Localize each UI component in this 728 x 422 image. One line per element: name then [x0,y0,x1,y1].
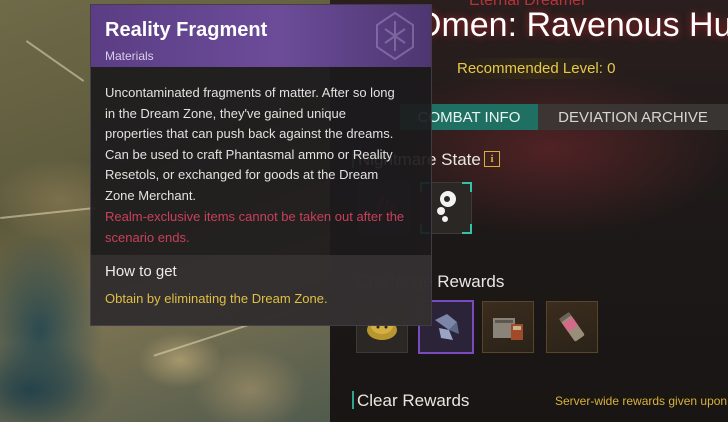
how-to-get-section: How to get Obtain by eliminating the Dre… [91,255,431,325]
recommended-level: Recommended Level: 0 [451,58,622,79]
reward-slot[interactable] [546,301,598,353]
item-rune-icon [376,11,414,61]
selection-corner [462,224,472,234]
clear-rewards-heading: Clear Rewards [357,391,470,410]
paint-drip-icon [437,191,456,222]
crystal-fragment-icon [435,314,459,340]
reward-slot[interactable] [482,301,534,353]
how-to-get-heading: How to get [105,263,177,280]
server-rewards-note: Server-wide rewards given upon [555,394,728,408]
boss-title: Omen: Ravenous Hu [415,6,728,44]
selection-corner [462,182,472,192]
item-warning: Realm-exclusive items cannot be taken ou… [105,209,405,245]
tooltip-header: Reality Fragment Materials [91,5,431,67]
tab-deviation-archive[interactable]: DEVIATION ARCHIVE [538,104,728,130]
item-name: Reality Fragment [105,19,268,41]
supply-crate-icon [493,318,523,340]
tab-label: COMBAT INFO [417,108,521,126]
tab-label: DEVIATION ARCHIVE [558,108,708,126]
info-icon[interactable]: i [484,151,500,167]
item-category: Materials [105,49,154,63]
map-road [25,40,85,82]
item-description: Uncontaminated fragments of matter. Afte… [105,85,395,203]
section-marker [352,391,354,409]
item-tooltip: Reality Fragment Materials Uncontaminate… [90,4,432,326]
how-to-get-text: Obtain by eliminating the Dream Zone. [105,291,328,306]
map-road [0,207,95,219]
ammo-canister-icon [559,312,585,342]
